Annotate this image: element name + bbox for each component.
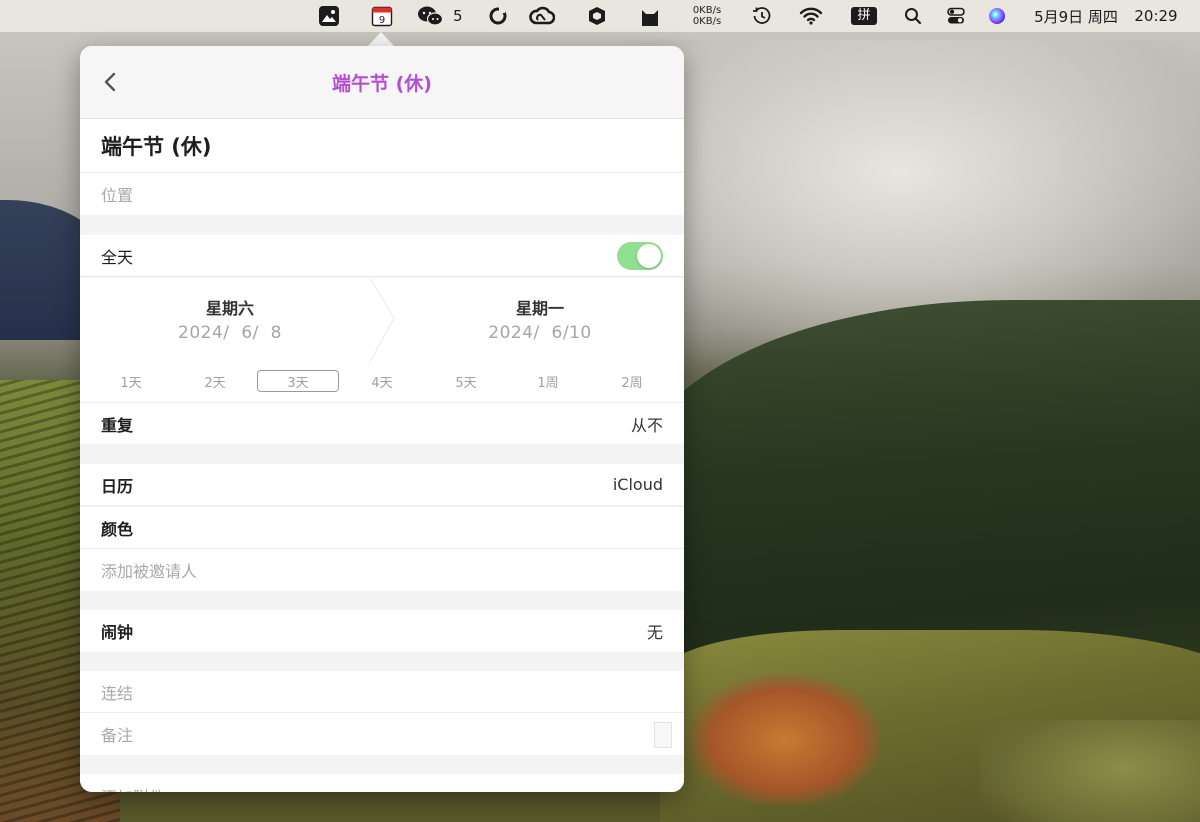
calendar-icon[interactable]: 9 — [370, 0, 394, 32]
duration-presets: 1天 2天 3天 4天 5天 1周 2周 — [80, 368, 684, 403]
popover-title: 端午节 (休) — [332, 72, 432, 95]
creative-cloud-icon[interactable] — [528, 0, 556, 32]
end-date[interactable]: 星期一 2024/ 6/10 — [390, 278, 684, 368]
wechat-status[interactable]: 5 — [417, 0, 467, 32]
menubar-time[interactable]: 20:29 — [1130, 0, 1182, 32]
ime-icon[interactable]: 拼 — [849, 0, 879, 32]
start-date-value: 2024/ 6/ 8 — [178, 323, 282, 343]
wifi-icon[interactable] — [798, 0, 824, 32]
attachment-placeholder: 添加附件 — [101, 784, 165, 792]
chevron-left-icon — [104, 72, 116, 92]
sync-icon[interactable] — [486, 0, 510, 32]
duration-4-days[interactable]: 4天 — [341, 370, 423, 392]
all-day-label: 全天 — [101, 247, 134, 267]
shield-icon[interactable] — [585, 0, 609, 32]
toggle-knob — [637, 243, 661, 268]
start-date[interactable]: 星期六 2024/ 6/ 8 — [80, 278, 380, 368]
back-button[interactable] — [96, 68, 124, 96]
calendar-label: 日历 — [101, 476, 134, 496]
url-placeholder: 连结 — [101, 683, 134, 703]
location-field[interactable]: 位置 — [80, 173, 684, 215]
ime-label: 拼 — [851, 7, 877, 25]
repeat-label: 重复 — [101, 415, 134, 435]
control-center-icon[interactable] — [944, 0, 968, 32]
event-title: 端午节 (休) — [101, 134, 212, 159]
menubar-date[interactable]: 5月9日 周四 — [1026, 0, 1126, 32]
spotlight-icon[interactable] — [901, 0, 925, 32]
gallery-icon[interactable] — [316, 0, 342, 32]
url-field[interactable]: 连结 — [80, 671, 684, 713]
wechat-icon — [418, 6, 444, 26]
calendar-day: 9 — [379, 15, 385, 26]
alarm-value: 无 — [646, 623, 663, 642]
duration-5-days[interactable]: 5天 — [425, 370, 507, 392]
network-speed[interactable]: 0KB/s 0KB/s — [684, 0, 730, 32]
repeat-value: 从不 — [630, 415, 663, 435]
duration-2-days[interactable]: 2天 — [174, 370, 256, 392]
repeat-row[interactable]: 重复 从不 — [80, 403, 684, 444]
alarm-row[interactable]: 闹钟 无 — [80, 610, 684, 652]
siri-icon[interactable] — [986, 0, 1008, 32]
time-machine-icon[interactable] — [750, 0, 774, 32]
notes-placeholder: 备注 — [101, 726, 134, 745]
wechat-badge: 5 — [453, 7, 463, 25]
menu-bar: 9 5 0KB/s 0KB/s 拼 5月9日 周四 20:29 — [0, 0, 1200, 32]
notes-resize-handle[interactable] — [654, 722, 672, 748]
date-range: 星期六 2024/ 6/ 8 星期一 2024/ 6/10 — [80, 278, 684, 368]
calendar-row[interactable]: 日历 iCloud — [80, 464, 684, 506]
popover-arrow — [367, 32, 395, 47]
net-upload-speed: 0KB/s — [692, 5, 722, 16]
color-label: 颜色 — [101, 519, 134, 539]
duration-2-weeks[interactable]: 2周 — [591, 370, 673, 392]
end-weekday: 星期一 — [515, 299, 564, 318]
duration-3-days[interactable]: 3天 — [257, 370, 339, 392]
event-detail-popover: 端午节 (休) 端午节 (休) 位置 全天 星期六 2024/ 6/ 8 星期一… — [80, 46, 684, 792]
net-download-speed: 0KB/s — [692, 16, 722, 27]
cat-icon[interactable] — [638, 0, 662, 32]
duration-1-day[interactable]: 1天 — [90, 370, 172, 392]
popover-header: 端午节 (休) — [80, 46, 684, 119]
alarm-label: 闹钟 — [101, 623, 134, 642]
calendar-value: iCloud — [612, 475, 663, 494]
notes-field[interactable]: 备注 — [80, 713, 684, 755]
end-date-value: 2024/ 6/10 — [488, 323, 592, 343]
start-weekday: 星期六 — [205, 299, 254, 318]
attachment-field[interactable]: 添加附件 — [80, 774, 684, 792]
duration-1-week[interactable]: 1周 — [507, 370, 589, 392]
invitees-field[interactable]: 添加被邀请人 — [80, 549, 684, 591]
all-day-row: 全天 — [80, 235, 684, 277]
event-title-field[interactable]: 端午节 (休) — [80, 119, 684, 173]
color-row[interactable]: 颜色 — [80, 507, 684, 549]
location-placeholder: 位置 — [101, 186, 134, 205]
all-day-toggle[interactable] — [617, 241, 663, 270]
invitees-placeholder: 添加被邀请人 — [101, 562, 198, 581]
